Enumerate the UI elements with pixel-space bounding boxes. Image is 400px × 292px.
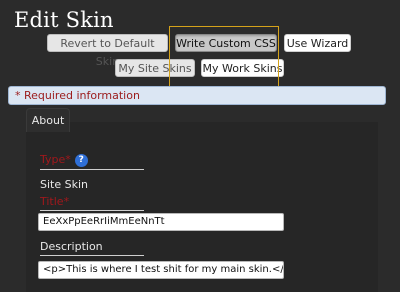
required-info-notice: * Required information	[8, 86, 386, 105]
description-input[interactable]: <p>This is where I test shit for my main…	[38, 261, 284, 279]
page-title: Edit Skin	[14, 8, 114, 32]
type-label-text: Type*	[40, 153, 71, 166]
title-label: Title*	[40, 195, 144, 211]
title-input[interactable]: EeXxPpEeRrIiMmEeNnTt	[38, 213, 284, 231]
type-label: Type*?	[40, 153, 144, 170]
type-value: Site Skin	[40, 178, 88, 191]
description-label: Description	[40, 240, 144, 256]
help-icon[interactable]: ?	[74, 154, 88, 167]
tab-about[interactable]: About	[26, 108, 70, 132]
revert-to-default-skin-button[interactable]: Revert to Default Skin	[47, 34, 168, 68]
selection-highlight	[169, 26, 279, 92]
use-wizard-button[interactable]: Use Wizard	[284, 34, 351, 52]
